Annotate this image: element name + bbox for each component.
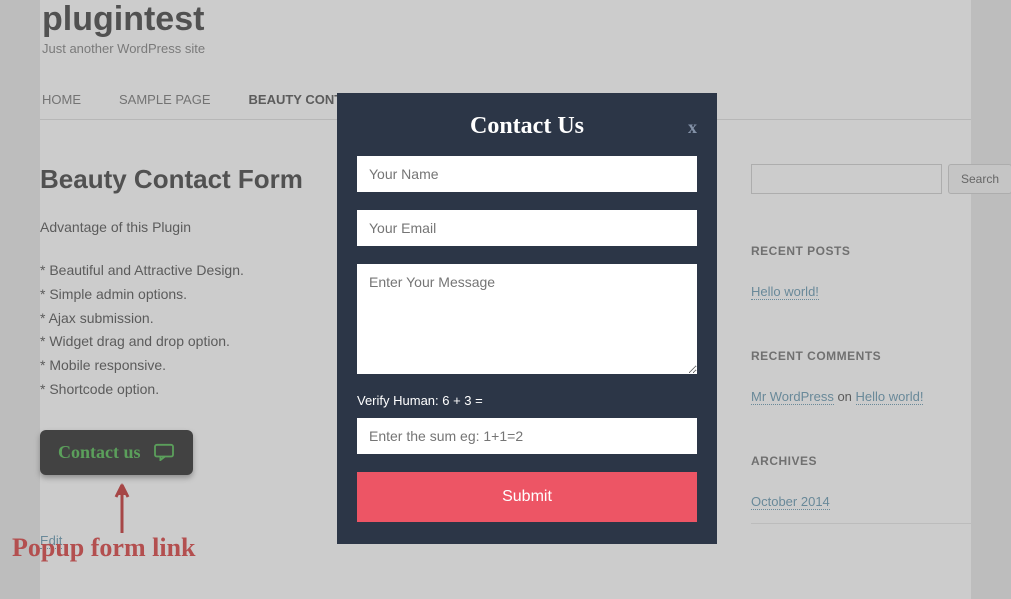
name-input[interactable] — [357, 156, 697, 192]
message-textarea[interactable] — [357, 264, 697, 374]
email-input[interactable] — [357, 210, 697, 246]
modal-title: Contact Us — [357, 93, 697, 156]
verify-input[interactable] — [357, 418, 697, 454]
close-icon[interactable]: x — [688, 117, 697, 138]
contact-modal: x Contact Us Verify Human: 6 + 3 = Submi… — [337, 93, 717, 544]
submit-button[interactable]: Submit — [357, 472, 697, 522]
verify-label: Verify Human: 6 + 3 = — [357, 393, 697, 408]
